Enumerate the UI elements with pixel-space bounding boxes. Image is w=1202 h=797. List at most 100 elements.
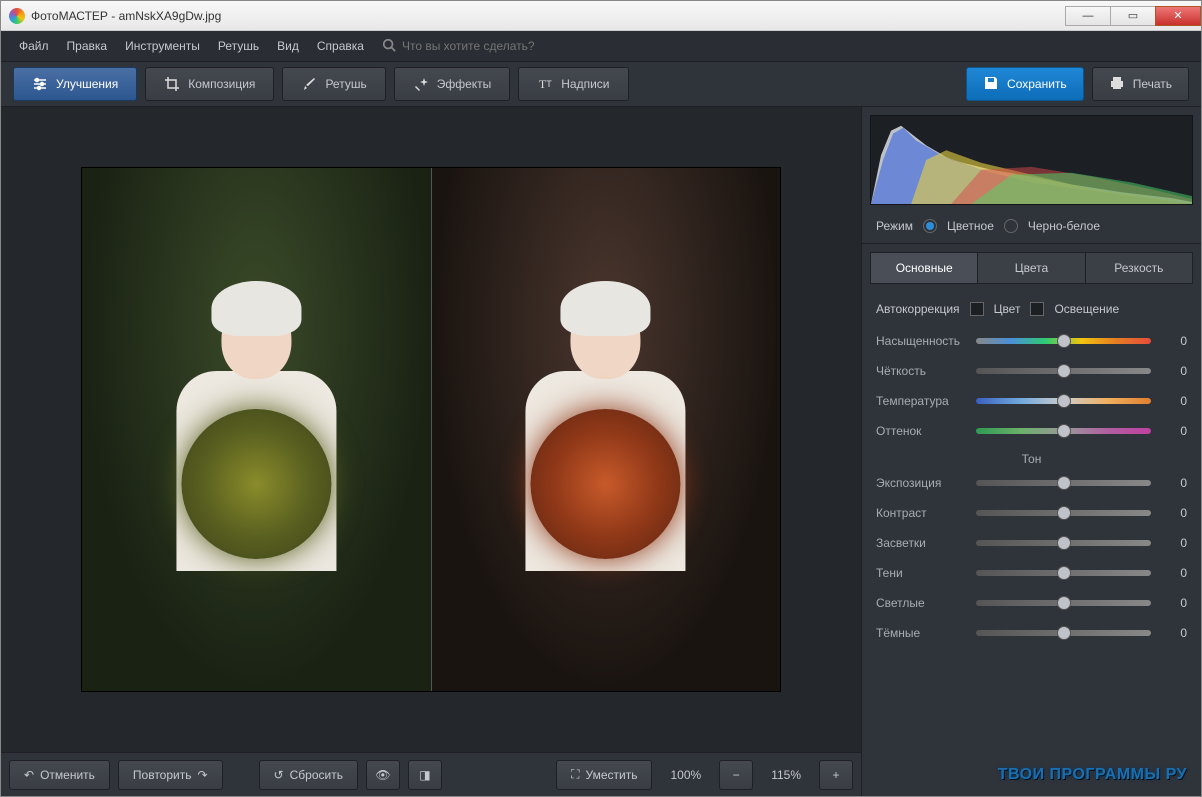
clarity-value: 0 bbox=[1159, 364, 1187, 378]
eye-icon: 👁 bbox=[375, 768, 390, 782]
slider-thumb[interactable] bbox=[1057, 626, 1071, 640]
tab-retouch[interactable]: Ретушь bbox=[282, 67, 385, 101]
tone-header: Тон bbox=[876, 446, 1187, 468]
exposure-track[interactable] bbox=[976, 480, 1151, 486]
fit-icon: ⛶ bbox=[571, 767, 579, 782]
check-color[interactable] bbox=[970, 302, 984, 316]
slider-blacks: Тёмные 0 bbox=[876, 618, 1187, 648]
redo-icon: ↷ bbox=[197, 768, 207, 782]
minimize-button[interactable]: — bbox=[1065, 6, 1111, 26]
menu-view[interactable]: Вид bbox=[269, 35, 307, 57]
save-icon bbox=[983, 75, 999, 94]
slider-thumb[interactable] bbox=[1057, 394, 1071, 408]
highlights-value: 0 bbox=[1159, 536, 1187, 550]
compare-view[interactable] bbox=[81, 167, 781, 692]
search-container bbox=[382, 38, 582, 55]
reset-label: Сбросить bbox=[290, 768, 343, 782]
reset-button[interactable]: ↺ Сбросить bbox=[259, 760, 358, 790]
mode-bw-label: Черно-белое bbox=[1028, 219, 1100, 233]
tint-label: Оттенок bbox=[876, 424, 968, 438]
menubar: Файл Правка Инструменты Ретушь Вид Справ… bbox=[1, 31, 1201, 61]
shadows-value: 0 bbox=[1159, 566, 1187, 580]
slider-shadows: Тени 0 bbox=[876, 558, 1187, 588]
app-body: Файл Правка Инструменты Ретушь Вид Справ… bbox=[1, 31, 1201, 796]
whites-track[interactable] bbox=[976, 600, 1151, 606]
slider-thumb[interactable] bbox=[1057, 364, 1071, 378]
subtab-sharp[interactable]: Резкость bbox=[1086, 252, 1193, 284]
preview-button[interactable]: 👁 bbox=[366, 760, 400, 790]
print-button[interactable]: Печать bbox=[1092, 67, 1189, 101]
undo-button[interactable]: ↶ Отменить bbox=[9, 760, 110, 790]
slider-thumb[interactable] bbox=[1057, 476, 1071, 490]
print-icon bbox=[1109, 75, 1125, 94]
zoom-in-button[interactable]: + bbox=[819, 760, 853, 790]
clarity-label: Чёткость bbox=[876, 364, 968, 378]
auto-row: Автокоррекция Цвет Освещение bbox=[876, 296, 1187, 326]
search-icon bbox=[382, 38, 396, 55]
blacks-track[interactable] bbox=[976, 630, 1151, 636]
main-area: ↶ Отменить Повторить ↷ ↺ Сбросить 👁 ◨ bbox=[1, 107, 1201, 796]
slider-thumb[interactable] bbox=[1057, 596, 1071, 610]
tab-effects[interactable]: Эффекты bbox=[394, 67, 511, 101]
save-label: Сохранить bbox=[1007, 77, 1067, 91]
slider-thumb[interactable] bbox=[1057, 536, 1071, 550]
saturation-value: 0 bbox=[1159, 334, 1187, 348]
close-button[interactable]: ✕ bbox=[1155, 6, 1201, 26]
tab-retouch-label: Ретушь bbox=[325, 77, 366, 91]
radio-bw[interactable] bbox=[1004, 219, 1018, 233]
contrast-track[interactable] bbox=[976, 510, 1151, 516]
canvas-area bbox=[1, 107, 861, 752]
zoom-out-button[interactable]: − bbox=[719, 760, 753, 790]
menu-edit[interactable]: Правка bbox=[59, 35, 116, 57]
check-lighting[interactable] bbox=[1030, 302, 1044, 316]
whites-label: Светлые bbox=[876, 596, 968, 610]
slider-contrast: Контраст 0 bbox=[876, 498, 1187, 528]
sliders-icon bbox=[32, 76, 48, 92]
contrast-value: 0 bbox=[1159, 506, 1187, 520]
subtab-colors[interactable]: Цвета bbox=[978, 252, 1085, 284]
radio-color[interactable] bbox=[923, 219, 937, 233]
tab-composition[interactable]: Композиция bbox=[145, 67, 274, 101]
redo-label: Повторить bbox=[133, 768, 192, 782]
tint-track[interactable] bbox=[976, 428, 1151, 434]
temperature-track[interactable] bbox=[976, 398, 1151, 404]
titlebar: ФотоМАСТЕР - amNskXA9gDw.jpg — ▭ ✕ bbox=[1, 1, 1201, 31]
saturation-track[interactable] bbox=[976, 338, 1151, 344]
clarity-track[interactable] bbox=[976, 368, 1151, 374]
main-toolbar: Улучшения Композиция Ретушь Эффекты TT Н… bbox=[1, 61, 1201, 107]
auto-lighting-label: Освещение bbox=[1054, 302, 1119, 316]
after-image bbox=[431, 168, 781, 691]
bottom-toolbar: ↶ Отменить Повторить ↷ ↺ Сбросить 👁 ◨ bbox=[1, 752, 861, 796]
slider-thumb[interactable] bbox=[1057, 334, 1071, 348]
fit-button[interactable]: ⛶ Уместить bbox=[556, 760, 652, 790]
shadows-track[interactable] bbox=[976, 570, 1151, 576]
maximize-button[interactable]: ▭ bbox=[1110, 6, 1156, 26]
mode-row: Режим Цветное Черно-белое bbox=[862, 213, 1201, 244]
save-button[interactable]: Сохранить bbox=[966, 67, 1084, 101]
slider-thumb[interactable] bbox=[1057, 424, 1071, 438]
undo-label: Отменить bbox=[40, 768, 95, 782]
redo-button[interactable]: Повторить ↷ bbox=[118, 760, 223, 790]
menu-tools[interactable]: Инструменты bbox=[117, 35, 208, 57]
tab-enhance[interactable]: Улучшения bbox=[13, 67, 137, 101]
menu-help[interactable]: Справка bbox=[309, 35, 372, 57]
slider-clarity: Чёткость 0 bbox=[876, 356, 1187, 386]
menu-file[interactable]: Файл bbox=[11, 35, 57, 57]
highlights-track[interactable] bbox=[976, 540, 1151, 546]
slider-thumb[interactable] bbox=[1057, 566, 1071, 580]
subtab-basic[interactable]: Основные bbox=[870, 252, 978, 284]
exposure-label: Экспозиция bbox=[876, 476, 968, 490]
adjust-panel: Автокоррекция Цвет Освещение Насыщенност… bbox=[862, 292, 1201, 760]
blacks-label: Тёмные bbox=[876, 626, 968, 640]
menu-retouch[interactable]: Ретушь bbox=[210, 35, 267, 57]
fit-label: Уместить bbox=[586, 768, 638, 782]
search-input[interactable] bbox=[402, 39, 582, 53]
slider-thumb[interactable] bbox=[1057, 506, 1071, 520]
subtabs: Основные Цвета Резкость bbox=[870, 252, 1193, 284]
compare-button[interactable]: ◨ bbox=[408, 760, 442, 790]
tab-composition-label: Композиция bbox=[188, 77, 255, 91]
tab-text[interactable]: TT Надписи bbox=[518, 67, 628, 101]
slider-highlights: Засветки 0 bbox=[876, 528, 1187, 558]
slider-exposure: Экспозиция 0 bbox=[876, 468, 1187, 498]
tab-enhance-label: Улучшения bbox=[56, 77, 118, 91]
